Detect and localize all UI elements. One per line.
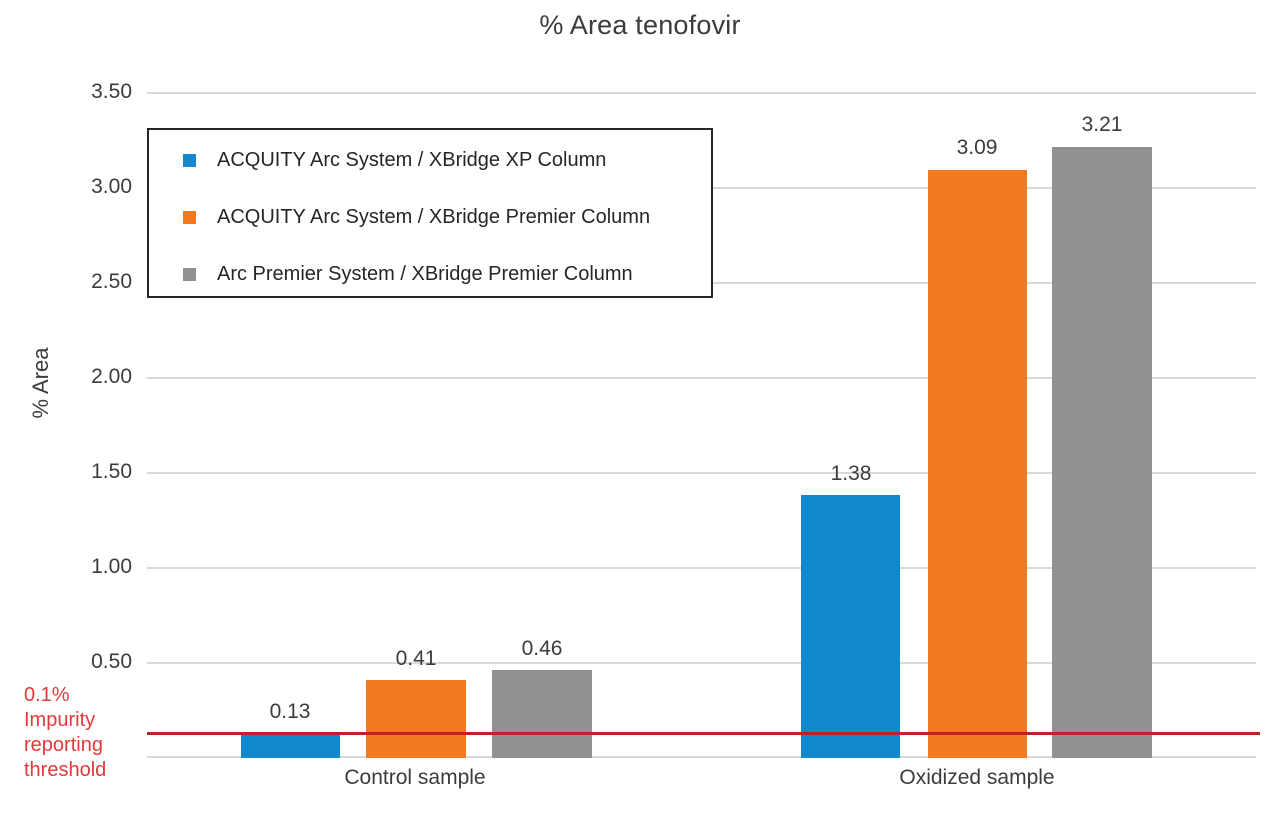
chart-legend: ACQUITY Arc System / XBridge XP Column A… <box>147 128 713 298</box>
impurity-threshold-line <box>147 732 1260 735</box>
y-tick-label: 1.00 <box>91 555 132 578</box>
y-tick-label: 2.50 <box>91 270 132 293</box>
bar-control-acquity-arc-xbridge-premier[interactable] <box>366 680 466 758</box>
x-axis-category-oxidized-sample: Oxidized sample <box>899 766 1055 789</box>
chart-title: % Area tenofovir <box>539 10 741 40</box>
y-tick-label: 0.50 <box>91 650 132 673</box>
legend-item-acquity-arc-xbridge-xp[interactable]: ACQUITY Arc System / XBridge XP Column <box>149 148 606 172</box>
bar-value-label: 0.13 <box>269 700 311 723</box>
legend-label: ACQUITY Arc System / XBridge Premier Col… <box>217 205 651 228</box>
bar-value-label: 1.38 <box>830 462 872 485</box>
bar-control-arc-premier-xbridge-premier[interactable] <box>492 670 592 758</box>
threshold-line-3: reporting <box>24 734 103 756</box>
bar-oxidized-arc-premier-xbridge-premier[interactable] <box>1052 147 1152 758</box>
legend-label: ACQUITY Arc System / XBridge XP Column <box>217 148 607 171</box>
threshold-line-1: 0.1% <box>24 684 70 706</box>
y-tick-label: 3.00 <box>91 175 132 198</box>
legend-swatch-gray-icon <box>183 267 196 281</box>
bar-oxidized-acquity-arc-xbridge-xp[interactable] <box>801 495 900 758</box>
y-tick-label: 3.50 <box>91 80 132 103</box>
threshold-line-4: threshold <box>24 759 107 781</box>
legend-label: Arc Premier System / XBridge Premier Col… <box>217 262 633 285</box>
bar-value-label: 3.09 <box>956 136 998 159</box>
bar-value-label: 0.41 <box>395 647 437 670</box>
gridline-350 <box>147 92 1256 94</box>
impurity-threshold-label: 0.1% Impurity reporting threshold <box>24 683 142 783</box>
bar-control-acquity-arc-xbridge-xp[interactable] <box>241 733 340 758</box>
y-tick-label: 1.50 <box>91 460 132 483</box>
bar-oxidized-acquity-arc-xbridge-premier[interactable] <box>928 170 1027 758</box>
x-axis-category-control-sample: Control sample <box>344 766 486 789</box>
bar-value-label: 0.46 <box>521 637 563 660</box>
y-tick-label: 2.00 <box>91 365 132 388</box>
legend-swatch-orange-icon <box>183 210 196 224</box>
legend-swatch-blue-icon <box>183 153 196 167</box>
bar-value-label: 3.21 <box>1081 113 1123 136</box>
threshold-line-2: Impurity <box>24 709 96 731</box>
legend-item-acquity-arc-xbridge-premier[interactable]: ACQUITY Arc System / XBridge Premier Col… <box>149 205 650 229</box>
legend-item-arc-premier-xbridge-premier[interactable]: Arc Premier System / XBridge Premier Col… <box>149 262 633 286</box>
